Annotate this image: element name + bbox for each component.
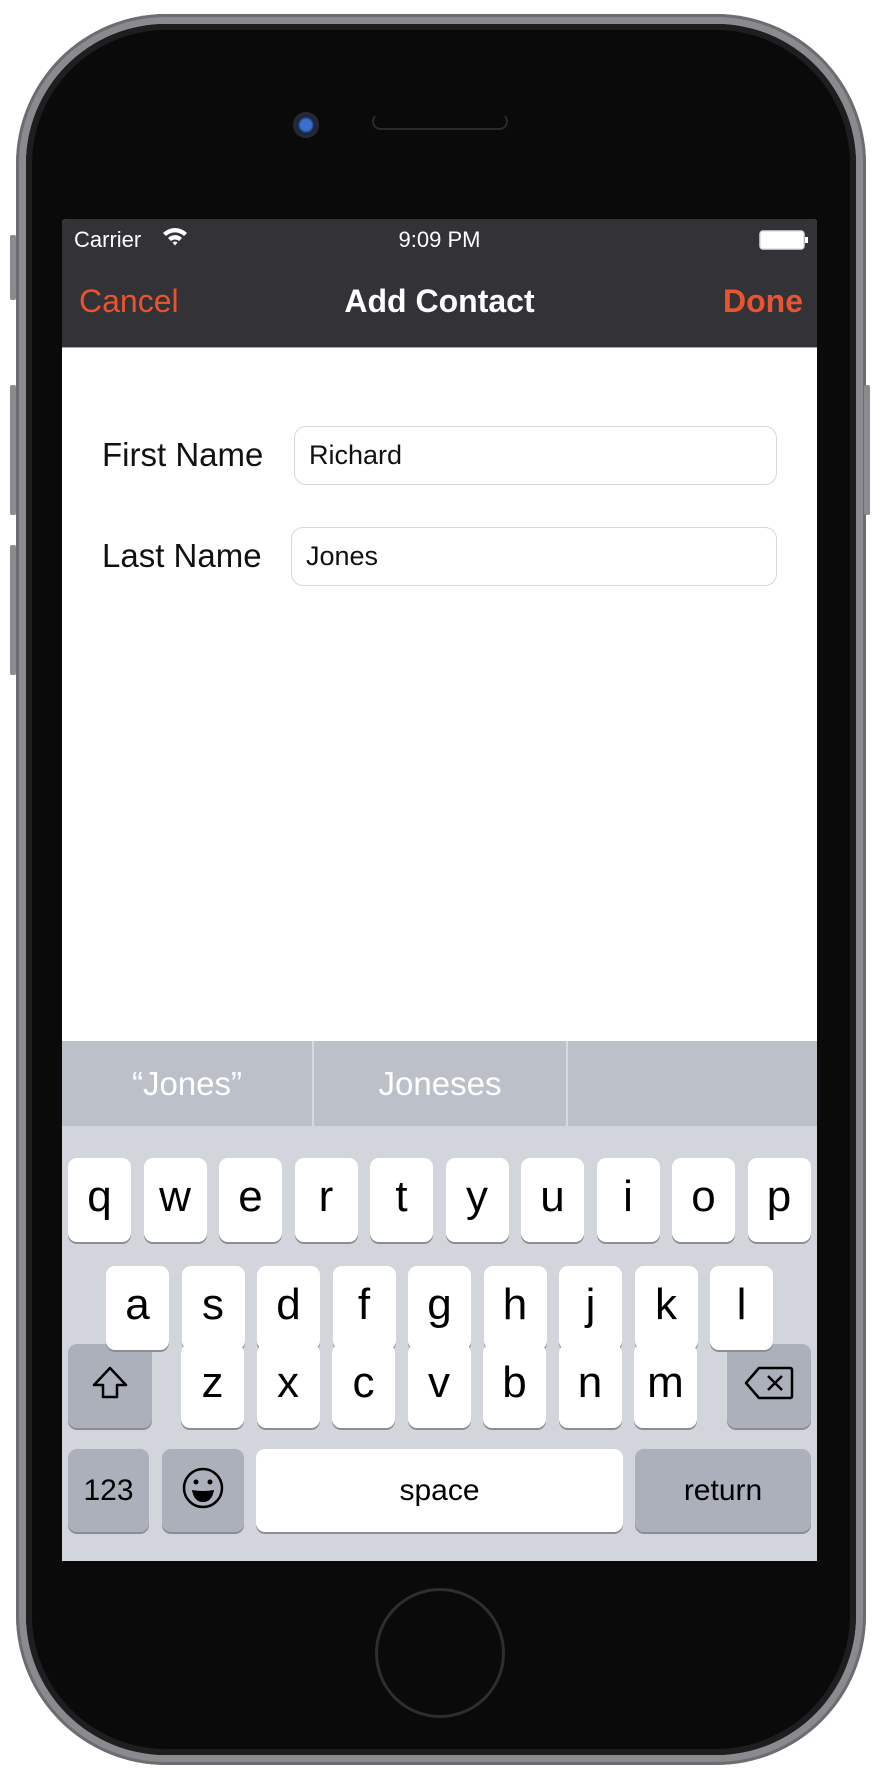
- keyboard: 123 space return qwertyuiop asdfghjkl zxcv…: [62, 1126, 817, 1561]
- key-l[interactable]: l: [710, 1266, 773, 1350]
- key-h[interactable]: h: [483, 1266, 547, 1350]
- key-i[interactable]: i: [596, 1158, 660, 1242]
- clock: 9:09 PM: [398, 227, 481, 252]
- front-camera: [293, 112, 319, 138]
- key-y[interactable]: y: [445, 1158, 509, 1242]
- first-name-field[interactable]: Richard: [294, 426, 777, 485]
- key-n[interactable]: n: [558, 1344, 622, 1428]
- done-button[interactable]: Done: [723, 283, 803, 320]
- shift-icon: [92, 1366, 128, 1399]
- key-q[interactable]: q: [68, 1158, 131, 1242]
- key-x[interactable]: x: [256, 1344, 320, 1428]
- key-o[interactable]: o: [672, 1158, 735, 1242]
- key-v[interactable]: v: [407, 1344, 471, 1428]
- key-a[interactable]: a: [106, 1266, 169, 1350]
- key-u[interactable]: u: [521, 1158, 584, 1242]
- key-m[interactable]: m: [634, 1344, 697, 1428]
- predictive-bar: “Jones” Joneses: [62, 1041, 817, 1126]
- status-bar: Carrier 9:09 PM: [62, 219, 817, 259]
- mute-switch: [10, 235, 16, 300]
- volume-down-button: [10, 545, 16, 675]
- shift-key[interactable]: [68, 1344, 152, 1428]
- navigation-bar: Cancel Add Contact Done: [62, 259, 817, 348]
- suggestion-item[interactable]: Joneses: [314, 1041, 566, 1126]
- return-key[interactable]: return: [635, 1449, 811, 1532]
- numbers-key[interactable]: 123: [68, 1449, 149, 1532]
- volume-up-button: [10, 385, 16, 515]
- key-j[interactable]: j: [559, 1266, 622, 1350]
- key-w[interactable]: w: [143, 1158, 207, 1242]
- first-name-label: First Name: [102, 436, 264, 473]
- key-r[interactable]: r: [294, 1158, 358, 1242]
- key-g[interactable]: g: [408, 1266, 471, 1350]
- emoji-icon: [182, 1467, 224, 1508]
- emoji-key[interactable]: [162, 1449, 244, 1532]
- key-e[interactable]: e: [219, 1158, 282, 1242]
- delete-icon: [744, 1366, 794, 1400]
- delete-key[interactable]: [727, 1344, 811, 1428]
- space-key[interactable]: space: [256, 1449, 623, 1532]
- home-button[interactable]: [375, 1588, 505, 1718]
- key-s[interactable]: s: [181, 1266, 245, 1350]
- suggestion-item[interactable]: “Jones”: [62, 1041, 312, 1126]
- key-c[interactable]: c: [332, 1344, 395, 1428]
- first-name-value: Richard: [309, 440, 403, 470]
- page-title: Add Contact: [344, 283, 535, 319]
- key-p[interactable]: p: [747, 1158, 811, 1242]
- suggestion-item[interactable]: [568, 1041, 817, 1126]
- key-b[interactable]: b: [483, 1344, 546, 1428]
- earpiece-speaker: [372, 113, 508, 130]
- key-f[interactable]: f: [332, 1266, 396, 1350]
- last-name-value: Jones: [306, 541, 379, 571]
- key-z[interactable]: z: [181, 1344, 244, 1428]
- last-name-label: Last Name: [102, 537, 262, 574]
- last-name-field[interactable]: Jones: [291, 527, 777, 586]
- screen: Carrier 9:09 PM Cancel Add Contact Done …: [62, 219, 817, 1561]
- key-k[interactable]: k: [634, 1266, 698, 1350]
- key-t[interactable]: t: [370, 1158, 433, 1242]
- power-button: [864, 385, 870, 515]
- key-d[interactable]: d: [257, 1266, 320, 1350]
- battery-icon: [759, 229, 809, 257]
